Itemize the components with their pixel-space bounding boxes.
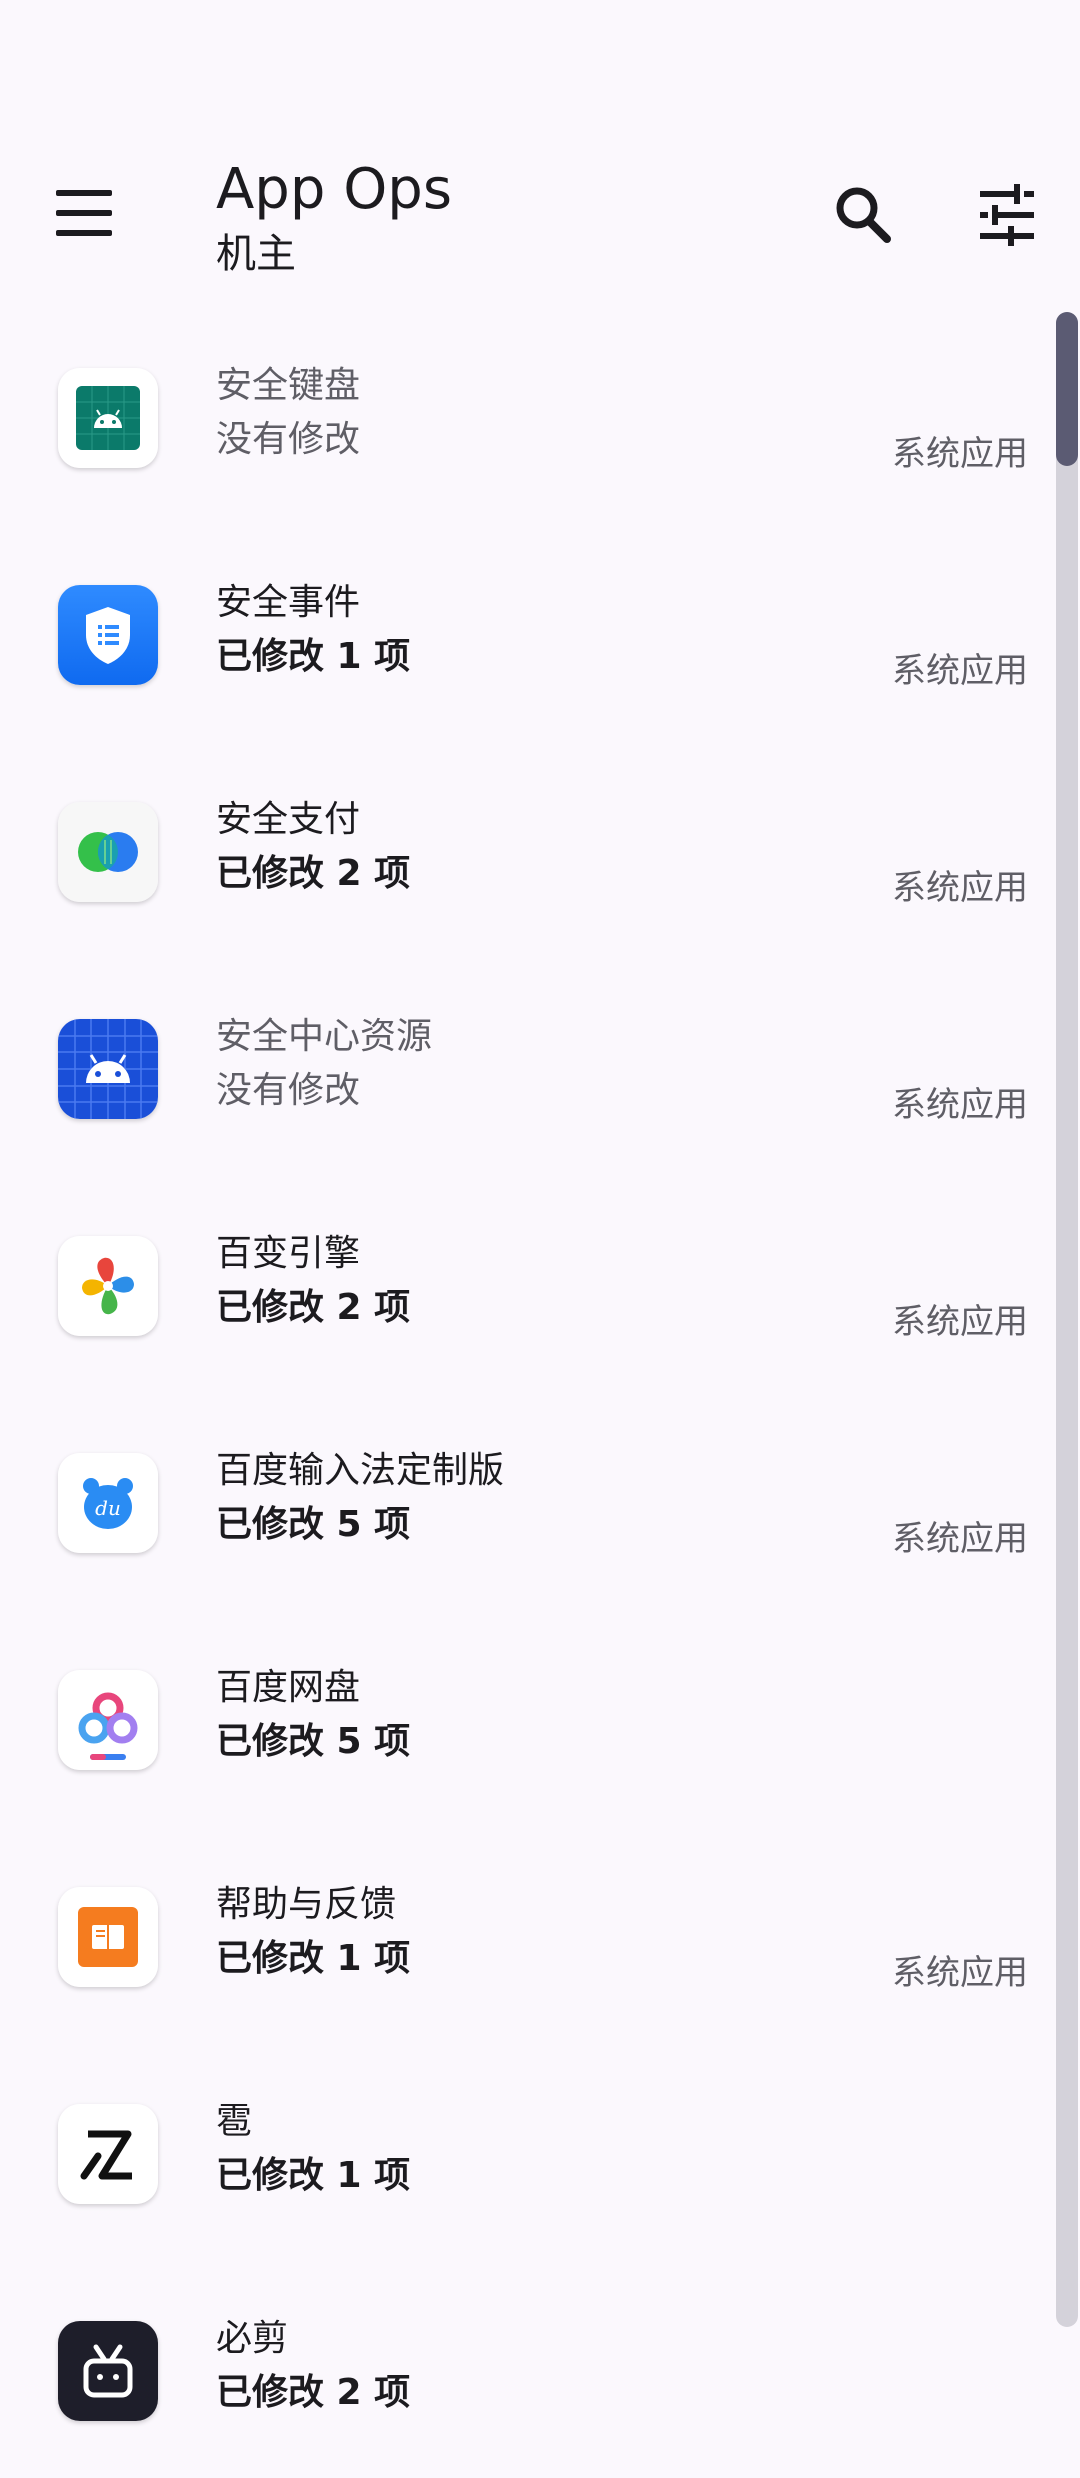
baidu-input-icon: du — [58, 1453, 158, 1553]
page-subtitle: 机主 — [216, 231, 296, 277]
system-app-label: 系统应用 — [892, 1953, 1028, 1993]
app-modification-status: 已修改 5 项 — [216, 1504, 411, 1545]
app-list-item[interactable]: 百度网盘已修改 5 项 — [0, 1612, 1056, 1827]
baidu-netdisk-icon — [58, 1670, 158, 1770]
app-name: 安全键盘 — [216, 365, 361, 406]
app-modification-status: 已修改 1 项 — [216, 636, 411, 677]
app-modification-status: 已修改 1 项 — [216, 1938, 411, 1979]
app-list-item[interactable]: du 百度输入法定制版 已修改 5 项 系统应用 — [0, 1395, 1056, 1610]
app-modification-status: 已修改 2 项 — [216, 853, 411, 894]
system-app-label: 系统应用 — [892, 1302, 1028, 1342]
bao-logo-icon — [58, 2104, 158, 2204]
app-modification-status: 已修改 5 项 — [216, 1721, 411, 1762]
app-list-item[interactable]: 百变引擎已修改 2 项 系统应用 — [0, 1178, 1056, 1393]
scrollbar-track[interactable] — [1056, 312, 1078, 2327]
menu-icon[interactable] — [40, 176, 130, 252]
android-blue-icon — [58, 1019, 158, 1119]
app-name: 百度网盘 — [216, 1667, 361, 1708]
app-name: 必剪 — [216, 2318, 289, 2359]
app-modification-status: 已修改 1 项 — [216, 2155, 411, 2196]
scrollbar-thumb[interactable] — [1056, 312, 1078, 466]
app-modification-status: 没有修改 — [216, 1070, 361, 1111]
app-list-item[interactable]: 安全键盘没有修改 系统应用 — [0, 310, 1056, 525]
app-name: 百变引擎 — [216, 1233, 361, 1274]
app-list-item[interactable]: 安全事件已修改 1 项 系统应用 — [0, 527, 1056, 742]
app-list-item[interactable]: 必剪 已修改 2 项 — [0, 2263, 1056, 2478]
svg-text:du: du — [95, 1496, 121, 1520]
app-modification-status: 没有修改 — [216, 419, 361, 460]
top-app-bar: App Ops 机主 — [0, 0, 1080, 300]
app-name: 百度输入法定制版 — [216, 1450, 505, 1491]
safe-pay-icon — [58, 802, 158, 902]
app-name: 雹 — [216, 2101, 253, 2142]
tune-icon[interactable] — [962, 170, 1052, 260]
system-app-label: 系统应用 — [892, 1085, 1028, 1125]
app-list-item[interactable]: 安全中心资源 没有修改 系统应用 — [0, 961, 1056, 1176]
pinwheel-icon — [58, 1236, 158, 1336]
system-app-label: 系统应用 — [892, 1519, 1028, 1559]
app-name: 安全事件 — [216, 582, 361, 623]
app-name: 安全支付 — [216, 799, 361, 840]
help-feedback-icon — [58, 1887, 158, 1987]
search-icon[interactable] — [820, 170, 910, 260]
android-teal-icon — [58, 368, 158, 468]
system-app-label: 系统应用 — [892, 434, 1028, 474]
security-shield-icon — [58, 585, 158, 685]
app-modification-status: 已修改 2 项 — [216, 1287, 411, 1328]
app-list-item[interactable]: 安全支付已修改 2 项 系统应用 — [0, 744, 1056, 959]
app-name: 安全中心资源 — [216, 1016, 433, 1057]
app-list-item[interactable]: 帮助与反馈已修改 1 项 系统应用 — [0, 1829, 1056, 2044]
system-app-label: 系统应用 — [892, 868, 1028, 908]
app-name: 帮助与反馈 — [216, 1884, 397, 1925]
page-title: App Ops — [216, 157, 453, 222]
system-app-label: 系统应用 — [892, 651, 1028, 691]
app-list-item[interactable]: 雹已修改 1 项 — [0, 2046, 1056, 2261]
bijian-tv-icon — [58, 2321, 158, 2421]
